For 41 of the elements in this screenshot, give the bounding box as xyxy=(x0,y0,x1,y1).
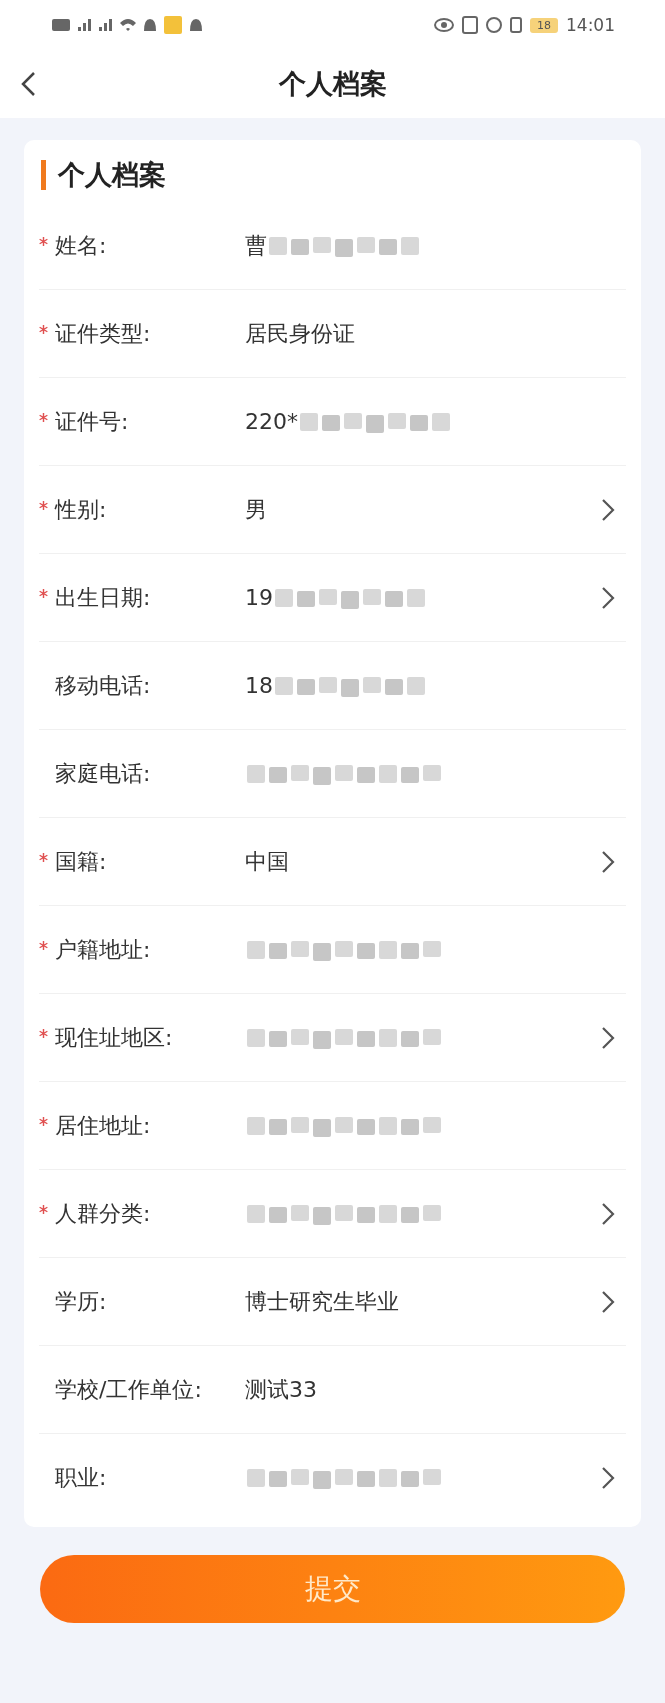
battery-level: 18 xyxy=(530,17,558,33)
page-title: 个人档案 xyxy=(278,67,387,101)
field-value: 中国 xyxy=(245,848,289,876)
field-value: 居民身份证 xyxy=(245,320,355,348)
field-label: 人群分类: xyxy=(55,1200,152,1228)
field-label: 证件类型: xyxy=(55,320,152,348)
field-label: 学校/工作单位: xyxy=(55,1376,203,1404)
field-value: 19 xyxy=(245,584,273,612)
field-label: 出生日期: xyxy=(55,584,152,612)
field-label: 证件号: xyxy=(55,408,130,436)
chevron-icon[interactable] xyxy=(600,585,616,611)
field-label: 职业: xyxy=(55,1464,108,1492)
chevron-icon[interactable] xyxy=(600,497,616,523)
chevron-icon[interactable] xyxy=(600,1289,616,1315)
field-value: 博士研究生毕业 xyxy=(245,1288,399,1316)
field-value: 曹 xyxy=(245,232,267,260)
field-label: 移动电话: xyxy=(55,672,152,700)
field-label: 现住址地区: xyxy=(55,1024,174,1052)
field-value: 男 xyxy=(245,496,267,524)
eye-icon xyxy=(434,18,454,32)
signal-icon xyxy=(78,19,91,31)
field-label: 国籍: xyxy=(55,848,108,876)
field-label: 姓名: xyxy=(55,232,108,260)
chevron-icon[interactable] xyxy=(600,1025,616,1051)
chevron-icon[interactable] xyxy=(600,849,616,875)
field-value: 220* xyxy=(245,408,298,436)
wifi-icon xyxy=(120,19,136,31)
submit-button[interactable]: 提交 xyxy=(40,1555,625,1623)
signal-icon xyxy=(99,19,112,31)
chevron-icon[interactable] xyxy=(600,1465,616,1491)
field-value: 测试33 xyxy=(245,1376,317,1404)
chevron-icon[interactable] xyxy=(600,1201,616,1227)
app-icon xyxy=(164,16,182,34)
field-label: 户籍地址: xyxy=(55,936,152,964)
field-value: 18 xyxy=(245,672,273,700)
field-label: 家庭电话: xyxy=(55,760,152,788)
field-label: 居住地址: xyxy=(55,1112,152,1140)
field-label: 学历: xyxy=(55,1288,108,1316)
clock-time: 14:01 xyxy=(566,15,615,35)
field-label: 性别: xyxy=(55,496,108,524)
section-title: 个人档案 xyxy=(41,160,626,190)
